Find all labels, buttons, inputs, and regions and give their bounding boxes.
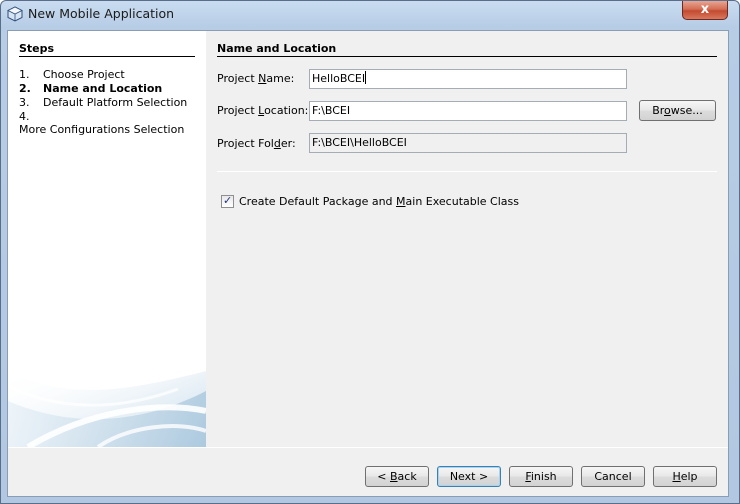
project-folder-value: F:\BCEI\HelloBCEI xyxy=(312,136,407,149)
form-divider xyxy=(217,171,717,172)
steps-title: Steps xyxy=(19,42,55,55)
label-text: Project Fol xyxy=(217,137,274,150)
label-text: ocation: xyxy=(264,104,309,117)
label-text: ain Executable Class xyxy=(405,195,520,208)
button-mnemonic: o xyxy=(664,104,671,117)
project-name-label: Project Name: xyxy=(217,72,294,85)
button-mnemonic: H xyxy=(672,470,681,483)
project-location-label: Project Location: xyxy=(217,104,308,117)
button-text: inish xyxy=(530,470,557,483)
step-item-4: 4.More Configurations Selection xyxy=(19,110,206,136)
button-text: Br xyxy=(652,104,665,117)
button-text: < xyxy=(377,470,390,483)
checkmark-icon: ✓ xyxy=(223,194,233,207)
help-button[interactable]: Help xyxy=(653,466,717,487)
close-icon: x xyxy=(700,2,710,17)
browse-button[interactable]: Browse... xyxy=(639,100,716,121)
step-number: 1. xyxy=(19,68,30,81)
label-mnemonic: M xyxy=(396,195,406,208)
button-text: wse... xyxy=(670,104,703,117)
decorative-swoosh-graphic xyxy=(8,371,206,447)
project-name-value: HelloBCEI xyxy=(312,72,366,85)
dialog-client-area: Steps 1. Choose Project 2. Name and Locati… xyxy=(7,30,729,497)
step-number: 2. xyxy=(19,82,31,95)
label-text: er: xyxy=(280,137,296,150)
steps-divider xyxy=(19,56,195,57)
button-mnemonic: B xyxy=(390,470,398,483)
step-number: 4. xyxy=(19,110,30,123)
app-cube-icon xyxy=(7,6,23,22)
title-bar[interactable]: New Mobile Application x xyxy=(1,1,739,28)
create-main-class-label[interactable]: Create Default Package and Main Executab… xyxy=(239,195,519,208)
step-item-1: 1. Choose Project xyxy=(19,68,125,81)
next-button[interactable]: Next > xyxy=(437,466,501,487)
step-label: Name and Location xyxy=(43,82,163,95)
label-text: Project xyxy=(217,104,259,117)
label-text: Project xyxy=(217,72,259,85)
label-text: Create Default Package and xyxy=(239,195,397,208)
step-label: Choose Project xyxy=(43,68,125,81)
window-title: New Mobile Application xyxy=(28,6,175,21)
cancel-button[interactable]: Cancel xyxy=(581,466,645,487)
finish-button[interactable]: Finish xyxy=(509,466,573,487)
project-name-input[interactable]: HelloBCEI xyxy=(309,69,627,89)
content-panel: Name and Location Project Name: HelloBCE… xyxy=(206,31,728,447)
label-mnemonic: d xyxy=(273,137,281,150)
button-text: ack xyxy=(397,470,417,483)
section-divider xyxy=(217,56,717,57)
back-button[interactable]: < Back xyxy=(365,466,429,487)
section-title: Name and Location xyxy=(217,42,337,55)
step-number: 3. xyxy=(19,96,30,109)
label-text: ame: xyxy=(266,72,295,85)
button-text: elp xyxy=(680,470,698,483)
project-location-value: F:\BCEI xyxy=(312,104,351,117)
project-folder-field: F:\BCEI\HelloBCEI xyxy=(309,133,627,153)
create-main-class-checkbox[interactable]: ✓ xyxy=(221,194,234,208)
footer-divider xyxy=(8,447,728,448)
text-caret xyxy=(365,71,367,84)
step-label: More Configurations Selection xyxy=(19,123,185,136)
dialog-window: New Mobile Application x Steps 1. Choose … xyxy=(0,0,740,504)
close-button[interactable]: x xyxy=(682,1,728,20)
wizard-footer: < Back Next > Finish Cancel Help xyxy=(8,449,728,496)
project-folder-label: Project Folder: xyxy=(217,137,296,150)
steps-panel: Steps 1. Choose Project 2. Name and Locati… xyxy=(8,31,206,447)
project-location-input[interactable]: F:\BCEI xyxy=(309,101,627,121)
step-item-3: 3. Default Platform Selection xyxy=(19,96,187,109)
step-item-2: 2. Name and Location xyxy=(19,82,162,95)
step-label: Default Platform Selection xyxy=(43,96,188,109)
